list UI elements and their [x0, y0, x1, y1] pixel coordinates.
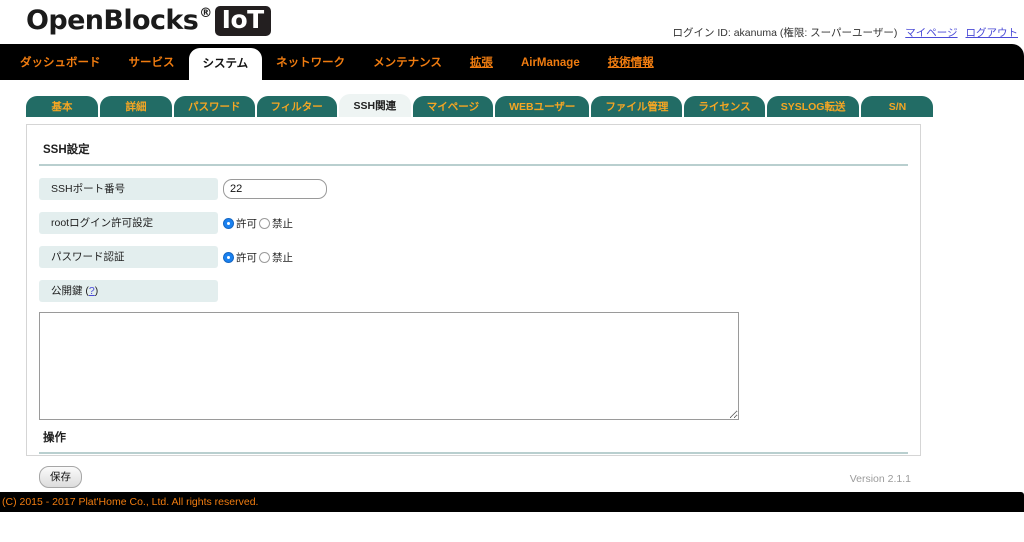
main-nav-tabs: ダッシュボード サービス システム ネットワーク メンテナンス 拡張 AirMa…	[0, 44, 1024, 80]
sub-tab-file-management[interactable]: ファイル管理	[591, 96, 683, 117]
password-auth-allow-option[interactable]: 許可	[223, 250, 257, 265]
password-auth-radio-group: 許可 禁止	[223, 250, 295, 265]
main-tab-network[interactable]: ネットワーク	[262, 44, 359, 80]
operation-divider	[39, 452, 908, 454]
content-panel: SSH設定 SSHポート番号 rootログイン許可設定 許可 禁止 パスワード	[26, 124, 921, 488]
main-tab-label: メンテナンス	[373, 57, 442, 69]
main-tab-label: サービス	[128, 57, 175, 69]
sub-tab-ssh[interactable]: SSH関連	[338, 94, 411, 117]
row-public-key: 公開鍵 (?)	[39, 280, 920, 302]
sub-tab-detail[interactable]: 詳細	[100, 96, 172, 117]
radio-selected-icon[interactable]	[223, 251, 234, 263]
sub-tab-password[interactable]: パスワード	[174, 96, 255, 117]
ssh-settings-title: SSH設定	[43, 144, 90, 156]
brand-logo: OpenBlocks ® IoT	[26, 5, 271, 36]
section-divider	[39, 164, 908, 166]
public-key-label-text: 公開鍵	[51, 285, 83, 297]
sub-navigation: 基本 詳細 パスワード フィルター SSH関連 マイページ WEBユーザー ファ…	[0, 91, 1024, 117]
registered-trademark-icon: ®	[199, 6, 212, 21]
logo-text: OpenBlocks	[26, 5, 199, 36]
footer-copyright: (C) 2015 - 2017 Plat'Home Co., Ltd. All …	[0, 492, 1024, 512]
radio-unselected-icon[interactable]	[259, 251, 270, 263]
sub-tab-mypage[interactable]: マイページ	[412, 96, 494, 117]
main-tab-system[interactable]: システム	[188, 48, 263, 80]
main-tab-maintenance[interactable]: メンテナンス	[359, 44, 456, 80]
main-tab-tech-info[interactable]: 技術情報	[594, 44, 668, 80]
password-auth-deny-option[interactable]: 禁止	[259, 250, 293, 265]
main-tab-service[interactable]: サービス	[115, 44, 189, 80]
public-key-label: 公開鍵 (?)	[39, 280, 218, 302]
root-login-radio-group: 許可 禁止	[223, 216, 295, 231]
main-tab-label: AirManage	[520, 57, 580, 69]
sub-tab-web-user[interactable]: WEBユーザー	[495, 96, 590, 117]
main-navigation: ダッシュボード サービス システム ネットワーク メンテナンス 拡張 AirMa…	[0, 44, 1024, 80]
sub-tab-filter[interactable]: フィルター	[256, 96, 337, 117]
operation-title: 操作	[43, 432, 66, 444]
page-header: OpenBlocks ® IoT ログイン ID: akanuma (権限: スーパ…	[0, 0, 1024, 44]
password-auth-value: 許可 禁止	[218, 250, 295, 265]
radio-unselected-icon[interactable]	[259, 217, 270, 229]
main-tab-dashboard[interactable]: ダッシュボード	[6, 44, 115, 80]
main-tab-extension[interactable]: 拡張	[456, 44, 507, 80]
login-info: ログイン ID: akanuma (権限: スーパーユーザー) マイページ ログ…	[672, 25, 1018, 40]
logout-link[interactable]: ログアウト	[966, 27, 1019, 39]
root-login-deny-option[interactable]: 禁止	[259, 216, 293, 231]
root-login-value: 許可 禁止	[218, 216, 295, 231]
public-key-help-link[interactable]: ?	[89, 285, 95, 297]
sub-tab-serial-number[interactable]: S/N	[861, 96, 934, 117]
password-auth-deny-label: 禁止	[272, 251, 293, 264]
sub-tab-license[interactable]: ライセンス	[684, 96, 765, 117]
password-auth-allow-label: 許可	[236, 251, 257, 264]
row-root-login: rootログイン許可設定 許可 禁止	[39, 212, 920, 234]
root-login-allow-label: 許可	[236, 217, 257, 230]
ssh-port-input[interactable]	[223, 179, 327, 199]
root-login-allow-option[interactable]: 許可	[223, 216, 257, 231]
sub-tab-syslog-forward[interactable]: SYSLOG転送	[766, 96, 860, 117]
ssh-port-value	[218, 179, 327, 199]
mypage-link[interactable]: マイページ	[905, 27, 957, 39]
main-tab-label: 拡張	[469, 57, 493, 69]
row-ssh-port: SSHポート番号	[39, 178, 920, 200]
logo-iot-badge: IoT	[214, 5, 271, 36]
main-tab-label: 技術情報	[607, 57, 654, 69]
sub-tab-basic[interactable]: 基本	[26, 96, 98, 117]
password-auth-label: パスワード認証	[39, 246, 218, 268]
main-tab-label: ネットワーク	[276, 57, 346, 69]
public-key-textarea[interactable]	[39, 312, 739, 420]
ssh-port-label: SSHポート番号	[39, 178, 218, 200]
root-login-deny-label: 禁止	[272, 217, 293, 230]
main-tab-label: システム	[202, 58, 249, 70]
row-password-auth: パスワード認証 許可 禁止	[39, 246, 920, 268]
main-tab-airmanage[interactable]: AirManage	[507, 44, 594, 80]
version-text: Version 2.1.1	[849, 473, 911, 485]
main-tab-label: ダッシュボード	[20, 57, 101, 69]
login-id-text: ログイン ID: akanuma (権限: スーパーユーザー)	[672, 27, 898, 39]
radio-selected-icon[interactable]	[223, 217, 234, 229]
root-login-label: rootログイン許可設定	[39, 212, 218, 234]
